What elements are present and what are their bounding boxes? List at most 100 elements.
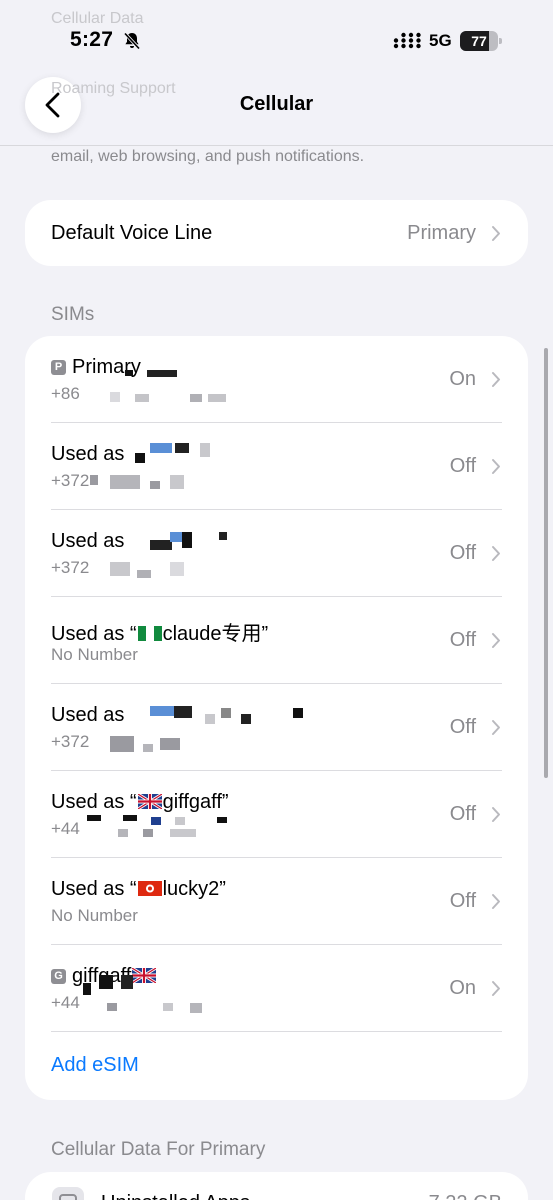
sim-badge-p: P bbox=[51, 360, 66, 375]
sim-status: Off bbox=[449, 542, 476, 564]
redaction bbox=[160, 738, 180, 750]
uk-flag-icon bbox=[132, 968, 157, 983]
uninstalled-apps-row[interactable]: Uninstalled Apps 7.22 GB bbox=[25, 1172, 528, 1200]
redaction bbox=[147, 370, 177, 377]
chevron-right-icon bbox=[492, 226, 500, 241]
chevron-right-icon bbox=[492, 720, 500, 735]
add-esim-row[interactable]: Add eSIM bbox=[25, 1032, 528, 1100]
redaction bbox=[137, 570, 151, 578]
redaction bbox=[150, 540, 172, 550]
chevron-right-icon bbox=[492, 372, 500, 387]
redaction bbox=[110, 562, 130, 576]
chevron-right-icon bbox=[492, 807, 500, 822]
sim-status: Off bbox=[449, 716, 476, 738]
default-voice-line-label: Default Voice Line bbox=[51, 222, 213, 244]
redaction bbox=[170, 829, 196, 837]
sim-number: +372 bbox=[51, 558, 90, 577]
redaction bbox=[219, 532, 227, 540]
hongkong-flag-icon bbox=[137, 881, 162, 896]
signal-strength-icon bbox=[393, 32, 421, 49]
battery-level: 77 bbox=[471, 33, 487, 49]
redaction bbox=[170, 532, 182, 542]
sim-number: +372 bbox=[51, 732, 90, 751]
scrollbar[interactable] bbox=[544, 348, 548, 778]
redaction bbox=[87, 815, 101, 821]
redaction bbox=[121, 975, 133, 989]
default-voice-line-value: Primary bbox=[407, 222, 476, 244]
redaction bbox=[99, 975, 113, 989]
sim-row-giffgaff-used[interactable]: Used as “giffgaff” +44 Off bbox=[25, 771, 528, 858]
sim-status: Off bbox=[449, 455, 476, 477]
redaction bbox=[150, 443, 172, 453]
redaction bbox=[151, 817, 161, 825]
redaction bbox=[150, 481, 160, 489]
redaction bbox=[293, 708, 303, 718]
redaction bbox=[118, 829, 128, 837]
section-footer-note: email, web browsing, and push notificati… bbox=[51, 148, 365, 165]
chevron-right-icon bbox=[492, 981, 500, 996]
sim-row-primary[interactable]: P Primary +86 On bbox=[25, 336, 528, 423]
sim-title: Used as bbox=[51, 443, 125, 465]
sim-title: Used as “claude专用” bbox=[51, 623, 269, 645]
chevron-right-icon bbox=[492, 459, 500, 474]
redaction bbox=[135, 394, 149, 402]
default-voice-line-row[interactable]: Default Voice Line Primary bbox=[25, 200, 528, 266]
sim-number: +44 bbox=[51, 993, 80, 1012]
sim-number: +372 bbox=[51, 471, 90, 490]
network-type: 5G bbox=[429, 31, 452, 50]
sim-title: Used as bbox=[51, 530, 125, 552]
redaction bbox=[190, 1003, 202, 1013]
redaction bbox=[123, 815, 137, 821]
redaction bbox=[182, 532, 192, 548]
chevron-right-icon bbox=[492, 546, 500, 561]
redaction bbox=[170, 475, 184, 489]
redaction bbox=[107, 1003, 117, 1011]
uk-flag-icon bbox=[137, 794, 162, 809]
sim-title: Used as “lucky2” bbox=[51, 878, 226, 900]
sim-number: No Number bbox=[51, 645, 138, 664]
redaction bbox=[205, 714, 215, 724]
nigeria-flag-icon bbox=[137, 626, 162, 641]
sim-row[interactable]: Used as +372 Off bbox=[25, 423, 528, 510]
battery-icon: 77 bbox=[460, 31, 502, 51]
redaction bbox=[163, 1003, 173, 1011]
redaction bbox=[170, 562, 184, 576]
sim-status: On bbox=[449, 977, 476, 999]
redaction bbox=[110, 736, 134, 752]
uninstalled-apps-label: Uninstalled Apps bbox=[101, 1192, 250, 1200]
behind-text-roaming: Roaming Support bbox=[51, 80, 176, 97]
redaction bbox=[175, 443, 189, 453]
sim-status: Off bbox=[449, 803, 476, 825]
sim-status: Off bbox=[449, 629, 476, 651]
sim-row[interactable]: Used as +372 Off bbox=[25, 510, 528, 597]
redaction bbox=[125, 370, 133, 376]
redaction bbox=[150, 706, 174, 716]
sim-row-giffgaff[interactable]: Ggiffgaff +44 On bbox=[25, 945, 528, 1032]
redaction bbox=[217, 817, 227, 823]
sim-number: +86 bbox=[51, 384, 80, 403]
cellular-data-section-header: Cellular Data For Primary bbox=[51, 1139, 266, 1160]
redaction bbox=[221, 708, 231, 718]
default-voice-line-card: Default Voice Line Primary bbox=[25, 200, 528, 266]
chevron-right-icon bbox=[492, 894, 500, 909]
redaction bbox=[175, 817, 185, 825]
sims-card: P Primary +86 On Used as +372 Off Used as… bbox=[25, 336, 528, 1100]
redaction bbox=[83, 983, 91, 995]
sim-row[interactable]: Used as +372 Off bbox=[25, 684, 528, 771]
redaction bbox=[143, 744, 153, 752]
sim-number: No Number bbox=[51, 906, 138, 925]
redaction bbox=[143, 829, 153, 837]
sim-status: On bbox=[449, 368, 476, 390]
redaction bbox=[190, 394, 202, 402]
cellular-data-card: Uninstalled Apps 7.22 GB bbox=[25, 1172, 528, 1200]
sim-row-lucky2[interactable]: Used as “lucky2” No Number Off bbox=[25, 858, 528, 945]
redaction bbox=[110, 475, 140, 489]
redaction bbox=[208, 394, 226, 402]
add-esim-button[interactable]: Add eSIM bbox=[51, 1054, 139, 1077]
sim-badge-g: G bbox=[51, 969, 66, 984]
bell-slash-icon bbox=[123, 32, 141, 50]
redaction bbox=[135, 453, 145, 463]
sim-title: Used as bbox=[51, 704, 125, 726]
app-icon bbox=[52, 1187, 84, 1200]
sim-row-claude[interactable]: Used as “claude专用” No Number Off bbox=[25, 597, 528, 684]
